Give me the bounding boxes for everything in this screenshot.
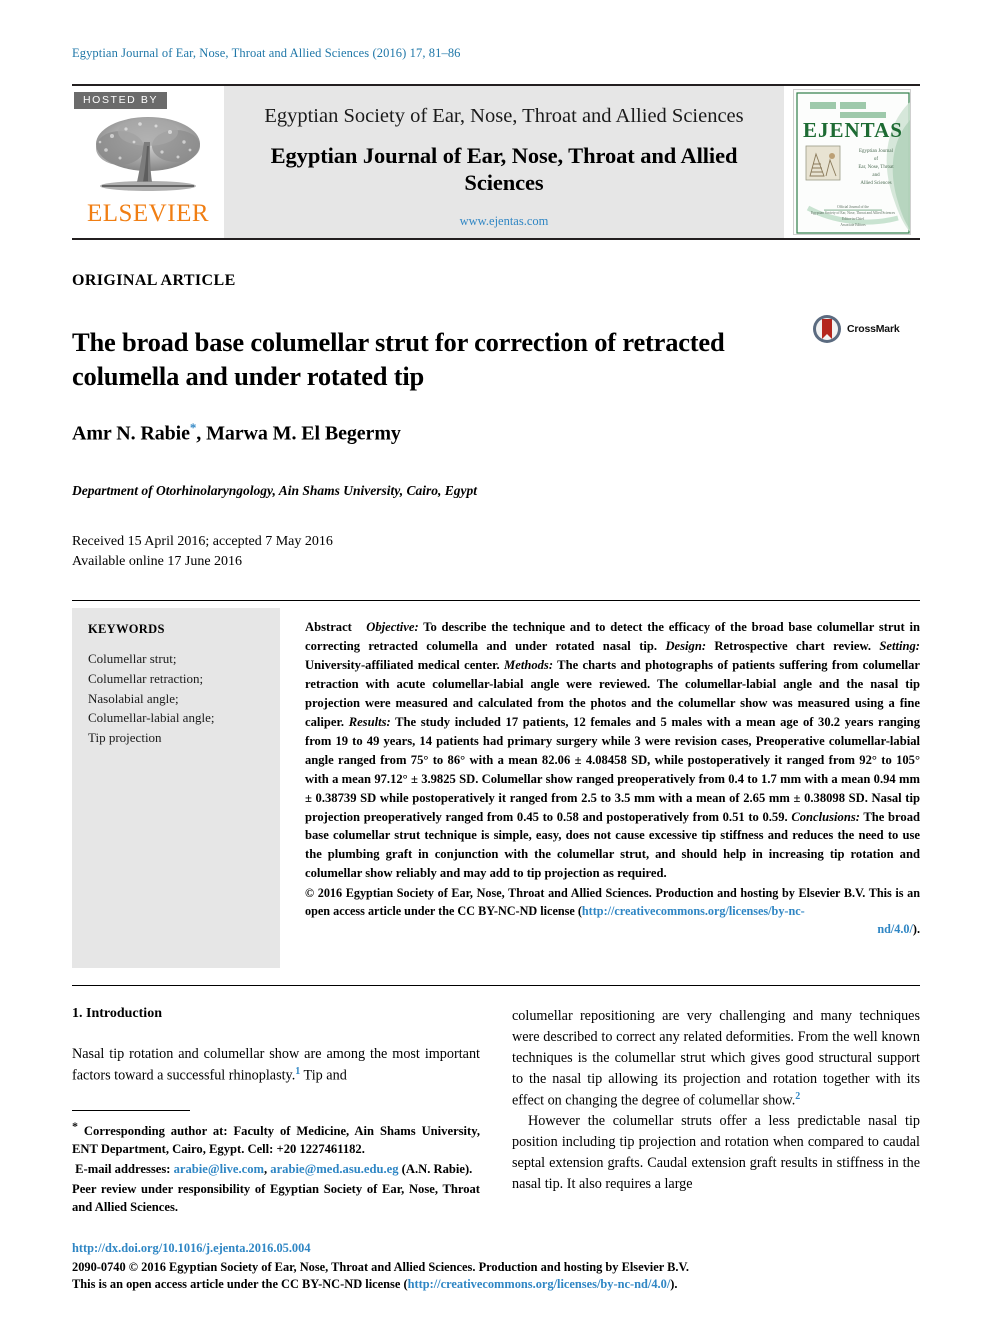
keyword-item: Tip projection	[88, 730, 162, 745]
keyword-item: Columellar retraction;	[88, 670, 204, 686]
crossmark-icon	[813, 315, 841, 343]
svg-text:Egyptian Journal: Egyptian Journal	[859, 149, 894, 154]
crossmark-label: CrossMark	[847, 323, 900, 335]
journal-masthead: HOSTED BY ELSEVIER Egyptian Society of E…	[72, 84, 920, 240]
author-list: Amr N. Rabie*, Marwa M. El Begermy	[72, 420, 401, 446]
elsevier-tree-icon	[90, 112, 206, 200]
reference-marker-2[interactable]: 2	[795, 1091, 800, 1102]
article-dates: Received 15 April 2016; accepted 7 May 2…	[72, 532, 333, 573]
intro-text: Nasal tip rotation and columellar show a…	[72, 1046, 480, 1084]
keyword-item: Columellar strut;	[88, 651, 177, 666]
body-column-right: columellar repositioning are very challe…	[512, 1006, 920, 1195]
page-footer: http://dx.doi.org/10.1016/j.ejenta.2016.…	[72, 1240, 920, 1294]
svg-text:Associate Editors: Associate Editors	[840, 223, 866, 227]
abstract-results-label: Results:	[348, 714, 391, 729]
footnote-block: * Corresponding author at: Faculty of Me…	[72, 1110, 480, 1219]
author-primary: Amr N. Rabie	[72, 422, 190, 445]
email-owner: (A.N. Rabie).	[401, 1161, 473, 1176]
right-paragraph-2: However the columellar struts offer a le…	[512, 1113, 920, 1192]
abstract-design-label: Design:	[665, 638, 707, 653]
intro-paragraph: Nasal tip rotation and columellar show a…	[72, 1044, 480, 1086]
license-link-part2[interactable]: nd/4.0/	[877, 922, 913, 936]
corresponding-author-note: * Corresponding author at: Faculty of Me…	[72, 1118, 480, 1159]
hosted-by-badge: HOSTED BY	[74, 92, 168, 109]
available-online-date: Available online 17 June 2016	[72, 554, 243, 570]
doi-link[interactable]: http://dx.doi.org/10.1016/j.ejenta.2016.…	[72, 1240, 920, 1258]
author-secondary: , Marwa M. El Begermy	[196, 422, 401, 445]
svg-text:of: of	[874, 157, 879, 162]
license-link-part1[interactable]: http://creativecommons.org/licenses/by-n…	[582, 904, 805, 918]
right-text-1: columellar repositioning are very challe…	[512, 1008, 920, 1109]
issn-copyright-line: 2090-0740 © 2016 Egyptian Society of Ear…	[72, 1259, 689, 1274]
corresponding-author-text: Corresponding author at: Faculty of Medi…	[72, 1124, 480, 1157]
svg-text:Allied Sciences: Allied Sciences	[860, 181, 891, 186]
peer-review-note: Peer review under responsibility of Egyp…	[72, 1181, 480, 1214]
footer-license-link[interactable]: http://creativecommons.org/licenses/by-n…	[408, 1277, 671, 1291]
keyword-item: Columellar-labial angle;	[88, 710, 215, 726]
keyword-item: Nasolabial angle;	[88, 690, 179, 706]
society-name: Egyptian Society of Ear, Nose, Throat an…	[264, 105, 744, 127]
svg-text:EJENTAS: EJENTAS	[803, 118, 903, 142]
running-head: Egyptian Journal of Ear, Nose, Throat an…	[72, 46, 461, 60]
email-link-1[interactable]: arabie@live.com	[174, 1162, 264, 1176]
abstract-objective-label: Objective:	[366, 620, 419, 634]
email-note: E-mail addresses: arabie@live.com, arabi…	[72, 1161, 480, 1179]
email-link-2[interactable]: arabie@med.asu.edu.eg	[270, 1162, 398, 1176]
crossmark-badge[interactable]: CrossMark	[812, 314, 900, 344]
right-paragraph-continued: columellar repositioning are very challe…	[512, 1006, 920, 1111]
abstract-methods-label: Methods:	[504, 657, 554, 672]
journal-cover-thumbnail: EJENTAS Egyptian Journal of Ear, Nose, T…	[784, 86, 920, 238]
copyright-close: ).	[912, 921, 920, 936]
abstract-setting-text: University-affiliated medical center.	[305, 657, 505, 672]
license-suffix: ).	[670, 1277, 678, 1292]
page-title: The broad base columellar strut for corr…	[72, 326, 725, 391]
keywords-list: Columellar strut; Columellar retraction;…	[88, 649, 266, 748]
svg-text:and: and	[872, 173, 880, 178]
footer-license-line: This is an open access article under the…	[72, 1276, 920, 1294]
keywords-panel: KEYWORDS Columellar strut; Columellar re…	[72, 608, 280, 968]
svg-text:Official Journal of the: Official Journal of the	[837, 205, 869, 209]
abstract-setting-label: Setting:	[879, 638, 920, 653]
license-prefix: This is an open access article under the…	[72, 1277, 408, 1292]
publisher-block: HOSTED BY ELSEVIER	[72, 86, 224, 238]
section-heading-introduction: 1. Introduction	[72, 1006, 162, 1021]
body-column-left: 1. Introduction Nasal tip rotation and c…	[72, 1006, 480, 1086]
article-page: Egyptian Journal of Ear, Nose, Throat an…	[0, 0, 992, 1323]
abstract-conclusions-label: Conclusions:	[791, 809, 860, 824]
intro-text-tail: Tip and	[300, 1067, 347, 1084]
keywords-heading: KEYWORDS	[88, 622, 165, 636]
svg-text:Editor-in-Chief: Editor-in-Chief	[842, 217, 865, 221]
abstract-label: Abstract	[305, 620, 352, 634]
abstract-copyright: © 2016 Egyptian Society of Ear, Nose, Th…	[305, 885, 920, 938]
article-type-label: ORIGINAL ARTICLE	[72, 272, 236, 289]
abstract-results-text: The study included 17 patients, 12 femal…	[305, 714, 920, 824]
abstract-design-text: Retrospective chart review.	[706, 638, 880, 653]
elsevier-wordmark: ELSEVIER	[86, 200, 210, 227]
email-label: E-mail addresses:	[75, 1161, 171, 1176]
received-date: Received 15 April 2016; accepted 7 May 2…	[72, 534, 333, 549]
author-affiliation: Department of Otorhinolaryngology, Ain S…	[72, 483, 478, 498]
journal-website-link[interactable]: www.ejentas.com	[460, 214, 549, 229]
abstract-bottom-rule	[72, 985, 920, 986]
journal-name: Egyptian Journal of Ear, Nose, Throat an…	[270, 142, 738, 196]
svg-text:Ear, Nose, Throat: Ear, Nose, Throat	[858, 165, 894, 170]
abstract-text: Abstract Objective: To describe the tech…	[305, 618, 920, 938]
abstract-top-rule	[72, 600, 920, 601]
ejentas-cover-image: EJENTAS Egyptian Journal of Ear, Nose, T…	[793, 89, 911, 235]
footnote-rule	[72, 1110, 190, 1111]
journal-title-block: Egyptian Society of Ear, Nose, Throat an…	[224, 86, 784, 238]
